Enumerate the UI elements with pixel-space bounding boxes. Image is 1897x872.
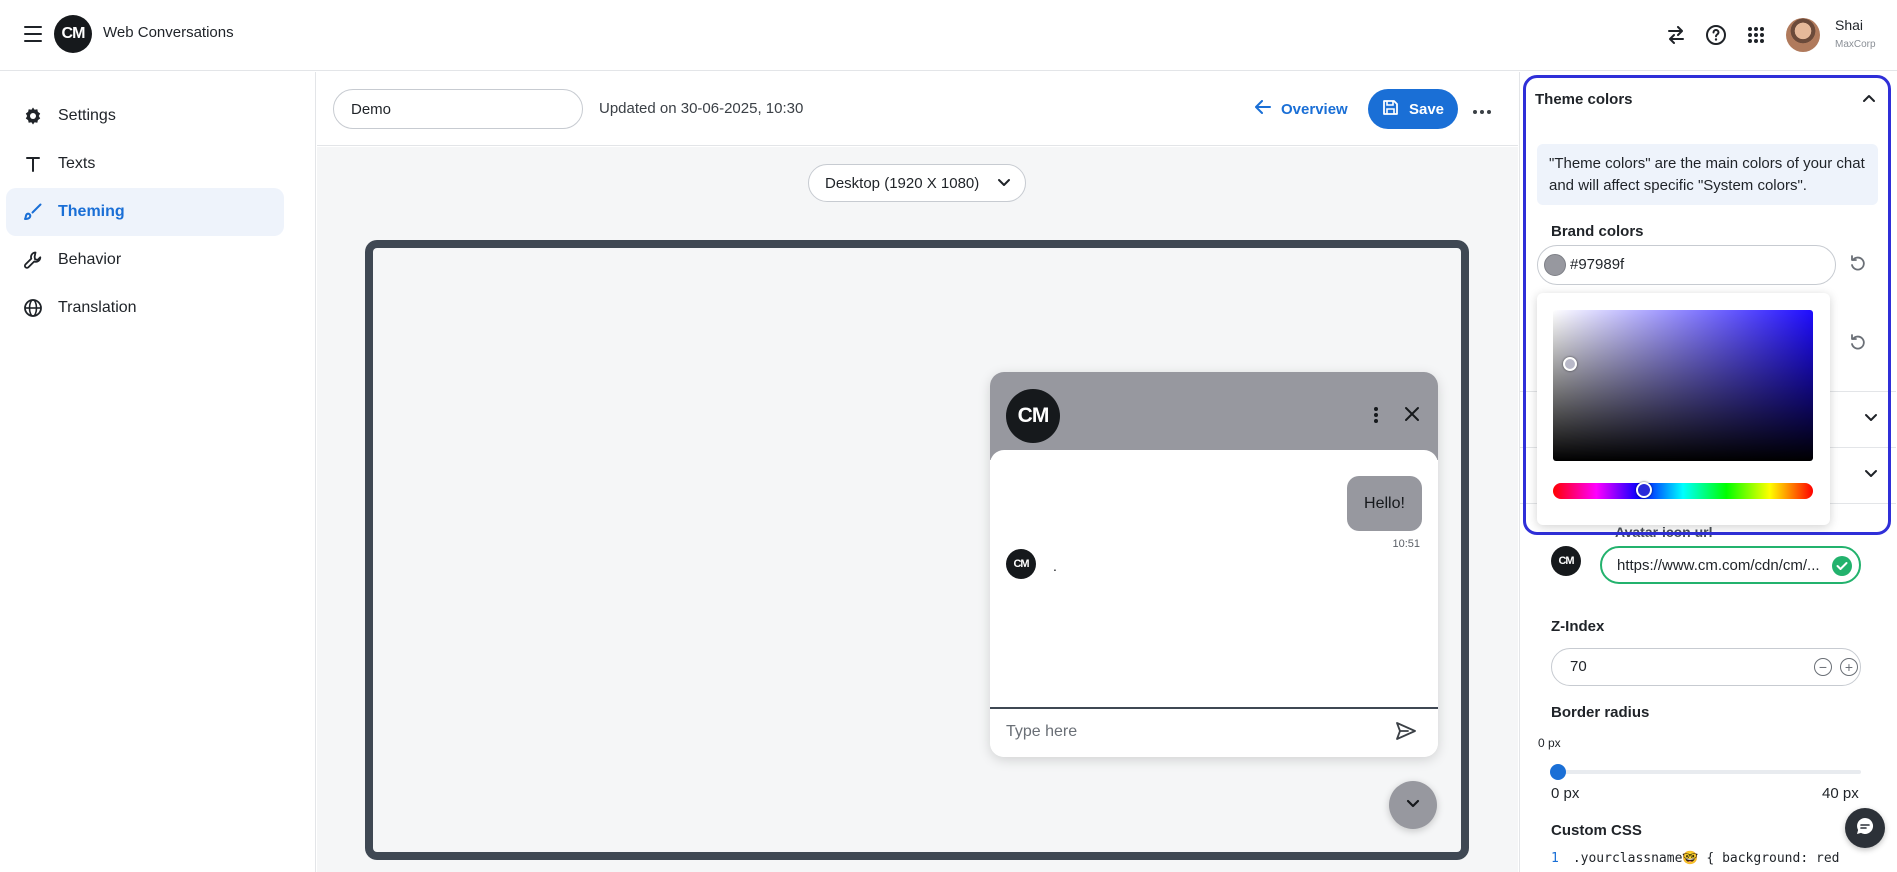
color-swatch[interactable] <box>1544 254 1566 276</box>
editor-toolbar: Updated on 30-06-2025, 10:30 Overview Sa… <box>317 72 1518 146</box>
overview-link[interactable]: Overview <box>1255 99 1348 119</box>
check-icon <box>1832 556 1852 576</box>
chat-header: CM <box>990 372 1438 460</box>
chevron-down-icon <box>1406 796 1420 814</box>
sidebar-item-label: Theming <box>58 203 125 220</box>
avatar-url-value: https://www.cm.com/cdn/cm/... <box>1617 557 1820 574</box>
theme-info-note: "Theme colors" are the main colors of yo… <box>1537 144 1878 205</box>
chevron-down-icon <box>997 175 1011 193</box>
color-picker-handle[interactable] <box>1563 357 1577 371</box>
chevron-up-icon[interactable] <box>1862 92 1876 111</box>
device-screen: CM Hello! 10:51 CM . Type here <box>373 248 1461 852</box>
wrench-icon <box>22 249 44 271</box>
hue-slider[interactable] <box>1553 482 1813 499</box>
border-radius-min: 0 px <box>1551 785 1580 802</box>
chat-widget-preview: CM Hello! 10:51 CM . Type here <box>990 372 1438 757</box>
user-name: Shai <box>1835 17 1864 33</box>
close-icon[interactable] <box>1404 402 1420 428</box>
avatar[interactable] <box>1786 18 1820 52</box>
more-options-icon[interactable] <box>1472 98 1496 118</box>
floppy-icon <box>1382 99 1399 120</box>
border-radius-label: Border radius <box>1551 704 1650 721</box>
menu-icon[interactable] <box>24 26 42 42</box>
name-input[interactable] <box>333 89 583 129</box>
arrow-left-icon <box>1255 99 1271 119</box>
avatar-url-input[interactable]: https://www.cm.com/cdn/cm/... <box>1600 546 1861 584</box>
reset-icon[interactable] <box>1849 254 1867 277</box>
hue-slider-handle[interactable] <box>1636 482 1652 498</box>
minus-icon[interactable]: − <box>1814 658 1832 676</box>
typing-indicator: . <box>1053 558 1057 574</box>
slider-handle[interactable] <box>1550 764 1566 780</box>
help-icon[interactable] <box>1704 23 1728 47</box>
user-org: MaxCorp <box>1835 39 1876 50</box>
brand-colors-label: Brand colors <box>1551 223 1644 240</box>
sidebar-item-label: Behavior <box>58 251 122 268</box>
top-bar: CM Web Conversations Shai MaxCorp <box>0 0 1897 71</box>
theme-colors-title[interactable]: Theme colors <box>1535 91 1633 108</box>
chat-input[interactable]: Type here <box>990 707 1438 757</box>
bot-avatar: CM <box>1006 549 1036 579</box>
sidebar-item-label: Translation <box>58 299 137 316</box>
sidebar-item-theming[interactable]: Theming <box>6 188 284 236</box>
border-radius-slider[interactable] <box>1550 764 1861 780</box>
globe-icon <box>22 297 44 319</box>
sidebar-item-label: Texts <box>58 155 96 172</box>
zindex-value: 70 <box>1570 658 1587 675</box>
brush-icon <box>22 201 44 223</box>
border-radius-current: 0 px <box>1538 736 1561 750</box>
css-code-line: .yourclassname🤓 { background: red <box>1572 851 1840 866</box>
chat-body: Hello! 10:51 CM . <box>990 450 1438 696</box>
updated-timestamp: Updated on 30-06-2025, 10:30 <box>599 100 804 117</box>
plus-icon[interactable]: + <box>1840 658 1858 676</box>
saturation-value-area[interactable] <box>1553 310 1813 461</box>
message-time: 10:51 <box>1392 538 1420 550</box>
zindex-label: Z-Index <box>1551 618 1605 635</box>
app-title: Web Conversations <box>103 24 234 41</box>
chat-logo: CM <box>1006 389 1060 443</box>
user-message-bubble: Hello! <box>1347 476 1422 531</box>
app-logo: CM <box>54 15 92 53</box>
device-select-value: Desktop (1920 X 1080) <box>825 174 980 192</box>
support-chat-button[interactable] <box>1845 808 1885 848</box>
line-number: 1 <box>1551 851 1559 866</box>
apps-grid-icon[interactable] <box>1744 23 1768 47</box>
save-button[interactable]: Save <box>1368 89 1458 129</box>
text-icon <box>22 153 44 175</box>
overview-label: Overview <box>1281 100 1348 118</box>
gear-icon <box>22 105 44 127</box>
chat-launcher-button[interactable] <box>1389 781 1437 829</box>
sidebar-item-translation[interactable]: Translation <box>6 284 284 332</box>
sidebar-item-behavior[interactable]: Behavior <box>6 236 284 284</box>
brand-color-value: #97989f <box>1570 256 1625 273</box>
save-label: Save <box>1408 100 1445 118</box>
switch-icon[interactable] <box>1664 23 1688 47</box>
chat-input-placeholder: Type here <box>1006 723 1078 740</box>
sidebar: Settings Texts Theming Behavior Translat… <box>0 72 316 872</box>
sidebar-item-settings[interactable]: Settings <box>6 92 284 140</box>
border-radius-max: 40 px <box>1822 785 1859 802</box>
device-frame: CM Hello! 10:51 CM . Type here <box>365 240 1469 860</box>
sidebar-item-texts[interactable]: Texts <box>6 140 284 188</box>
css-editor[interactable]: 1 .yourclassname🤓 { background: red <box>1551 851 1861 872</box>
custom-css-label: Custom CSS <box>1551 822 1642 839</box>
kebab-menu-icon[interactable] <box>1371 406 1381 424</box>
color-picker-popover <box>1537 293 1830 525</box>
avatar-preview: CM <box>1551 546 1581 576</box>
chat-bubble-icon <box>1855 816 1875 841</box>
preview-canvas: Desktop (1920 X 1080) CM Hello! 10:51 CM… <box>317 147 1518 872</box>
brand-color-input[interactable]: #97989f <box>1537 245 1836 285</box>
sidebar-item-label: Settings <box>58 107 116 124</box>
zindex-stepper[interactable]: 70 − + <box>1551 648 1861 686</box>
device-select[interactable]: Desktop (1920 X 1080) <box>808 164 1026 202</box>
send-icon[interactable] <box>1395 721 1417 746</box>
